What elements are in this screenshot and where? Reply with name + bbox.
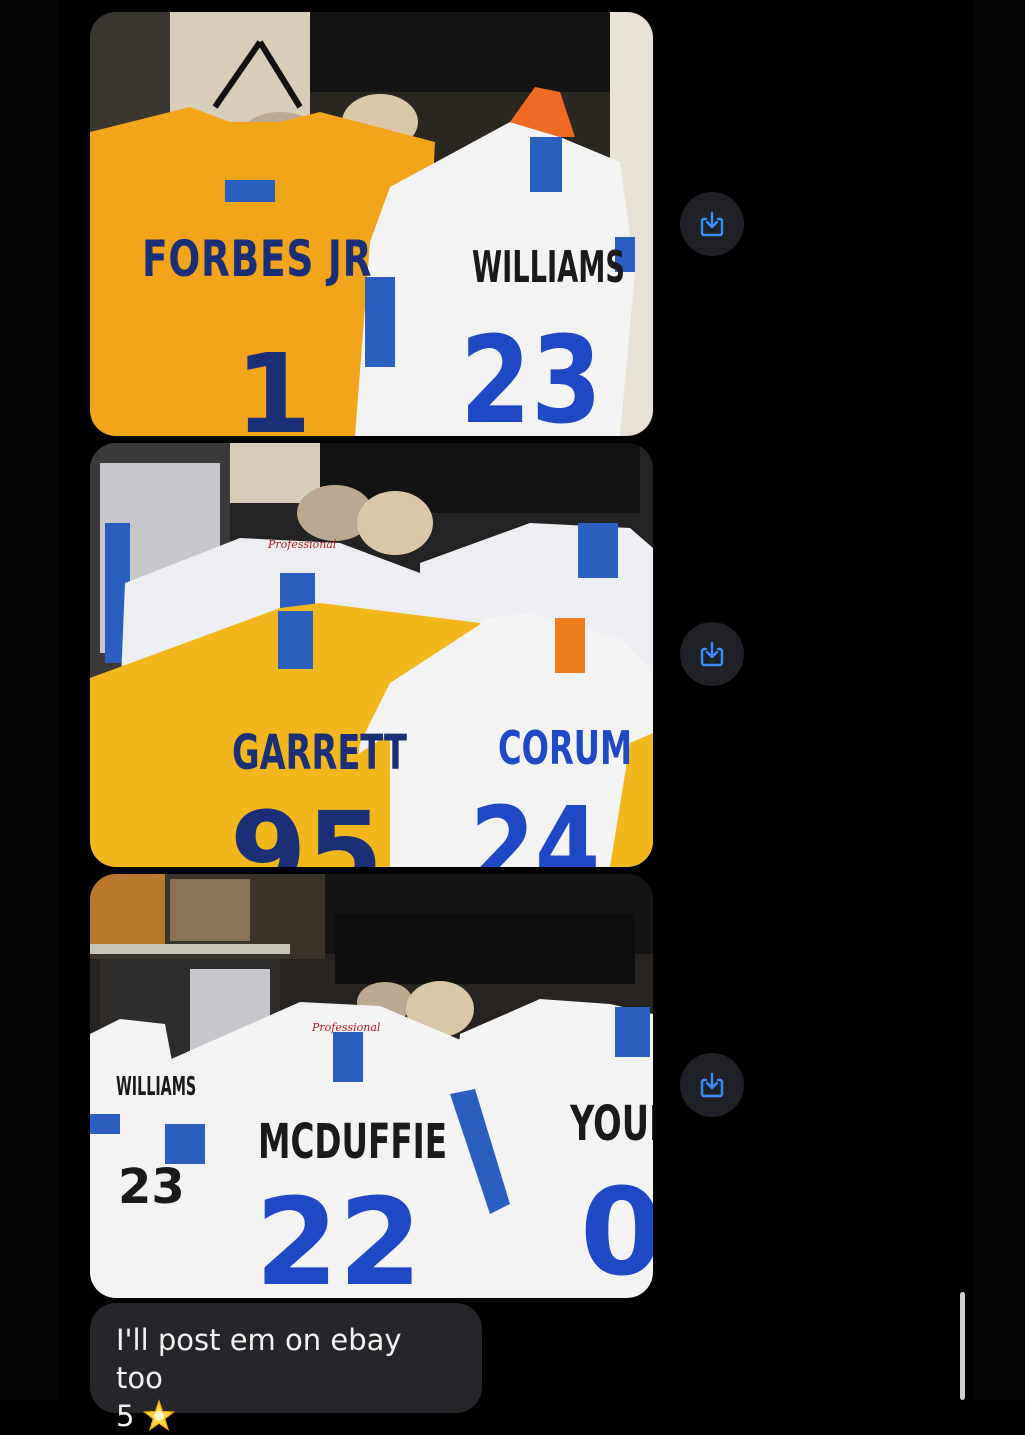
download-icon	[700, 641, 724, 667]
scrollbar[interactable]	[960, 1292, 965, 1400]
jersey-name: WILLIAMS	[472, 242, 626, 293]
photo-message-3[interactable]: Professional WILLIAMS 23 MCDUFFIE 22 YOU…	[90, 874, 653, 1298]
jersey-number: 95	[230, 788, 384, 867]
photo-message-1[interactable]: FORBES JR 1 WILLIAMS 23	[90, 12, 653, 436]
hanger-brand: Professional	[268, 538, 337, 551]
jersey-name: WILLIAMS	[116, 1072, 197, 1102]
message-text-line-2: 5	[116, 1399, 135, 1433]
download-icon	[700, 211, 724, 237]
left-edge	[0, 0, 58, 1400]
jersey-name: FORBES JR	[142, 230, 373, 288]
jersey-number: 1	[235, 330, 312, 436]
jersey-name: GARRETT	[232, 725, 407, 781]
download-icon	[700, 1072, 724, 1098]
save-photo-1-button[interactable]	[680, 192, 744, 256]
hanger-brand: Professional	[312, 1021, 381, 1034]
photo-message-2[interactable]: Professional GARRETT 95 CORUM 24	[90, 443, 653, 867]
jersey-name: YOUNG	[570, 1096, 653, 1152]
jersey-name: CORUM	[498, 721, 632, 775]
save-photo-2-button[interactable]	[680, 622, 744, 686]
star-icon	[143, 1399, 176, 1431]
message-text-line-1: I'll post em on ebay too	[116, 1323, 402, 1395]
jersey-number: 24	[470, 783, 601, 867]
jersey-number: 22	[255, 1174, 422, 1298]
jersey-name: MCDUFFIE	[258, 1114, 448, 1170]
jersey-number: 0	[580, 1164, 653, 1298]
message-bubble[interactable]: I'll post em on ebay too 5	[90, 1303, 482, 1433]
save-photo-3-button[interactable]	[680, 1053, 744, 1117]
right-edge	[973, 0, 1025, 1400]
jersey-number: 23	[460, 312, 602, 436]
jersey-number: 23	[118, 1159, 185, 1215]
